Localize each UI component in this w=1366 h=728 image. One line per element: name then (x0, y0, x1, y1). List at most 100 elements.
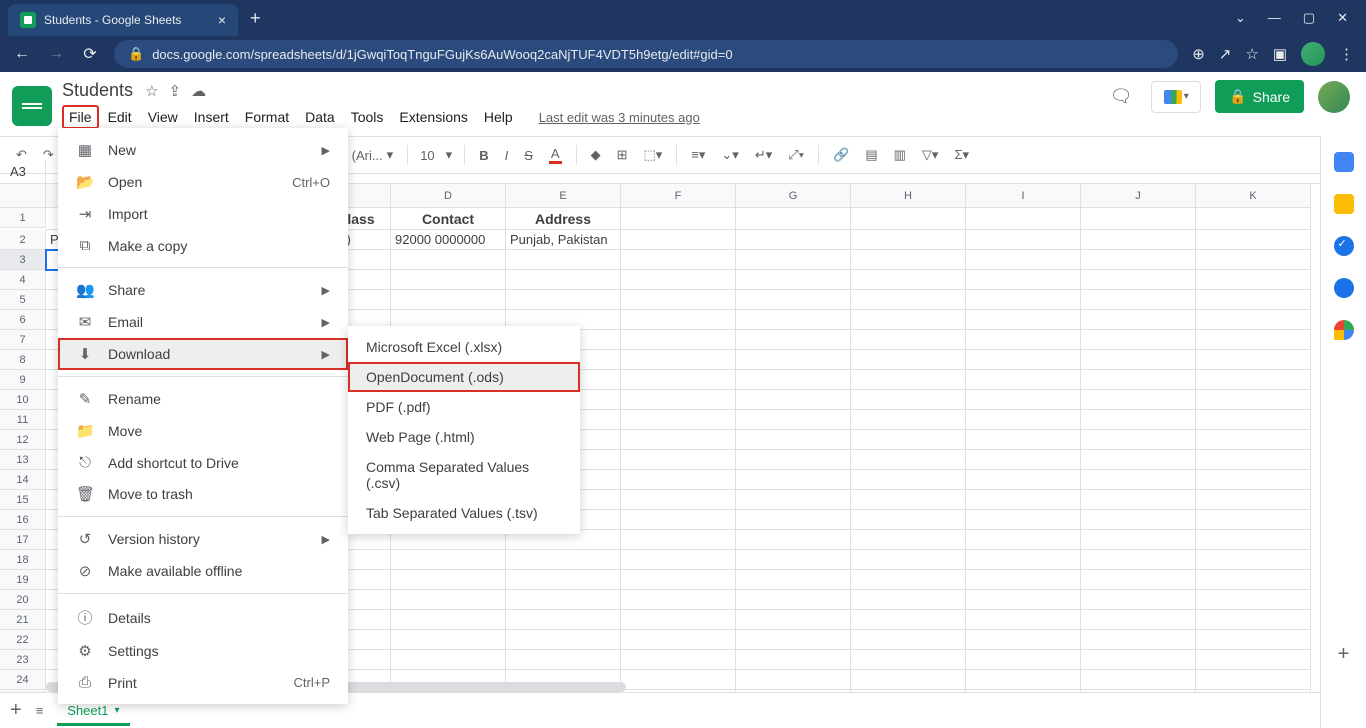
doc-title[interactable]: Students (62, 80, 133, 101)
cell[interactable] (736, 670, 851, 690)
cell[interactable] (391, 570, 506, 590)
cell[interactable] (1196, 610, 1311, 630)
cell[interactable] (621, 270, 736, 290)
row-header[interactable]: 17 (0, 530, 46, 550)
cell[interactable] (621, 670, 736, 690)
cell[interactable] (736, 410, 851, 430)
cell[interactable] (621, 410, 736, 430)
cell[interactable] (1081, 490, 1196, 510)
cell[interactable] (736, 450, 851, 470)
cell[interactable] (621, 208, 736, 230)
cell[interactable] (1081, 570, 1196, 590)
cell[interactable] (851, 670, 966, 690)
cell[interactable] (736, 390, 851, 410)
cell[interactable] (391, 630, 506, 650)
cell[interactable] (506, 270, 621, 290)
cell[interactable] (1196, 510, 1311, 530)
add-ons-button[interactable]: + (1338, 643, 1350, 666)
cell[interactable] (506, 250, 621, 270)
cell[interactable]: Contact (391, 208, 506, 230)
maximize-icon[interactable]: ▢ (1303, 10, 1315, 26)
cell[interactable] (966, 530, 1081, 550)
cell[interactable] (1081, 670, 1196, 690)
comments-button[interactable]: 🗨 (1105, 81, 1137, 113)
cell[interactable] (966, 330, 1081, 350)
row-header[interactable]: 21 (0, 610, 46, 630)
move-icon[interactable]: ⇪ (169, 82, 182, 100)
download-csv[interactable]: Comma Separated Values (.csv) (348, 452, 580, 498)
menu-extensions[interactable]: Extensions (392, 105, 474, 129)
menu-email[interactable]: ✉Email▶ (58, 306, 348, 338)
cell[interactable] (621, 610, 736, 630)
menu-import[interactable]: ⇥Import (58, 198, 348, 230)
zoom-icon[interactable]: ⊕ (1192, 45, 1205, 63)
cell[interactable] (1081, 250, 1196, 270)
cell[interactable] (966, 570, 1081, 590)
browser-tab[interactable]: Students - Google Sheets × (8, 4, 238, 36)
cell[interactable] (621, 570, 736, 590)
cell[interactable] (391, 550, 506, 570)
maps-icon[interactable] (1334, 320, 1354, 340)
col-header[interactable]: J (1081, 184, 1196, 208)
all-sheets-button[interactable]: ≡ (36, 703, 44, 718)
menu-settings[interactable]: ⚙Settings (58, 635, 348, 667)
cell[interactable] (1196, 310, 1311, 330)
cell[interactable] (621, 490, 736, 510)
cell[interactable] (966, 470, 1081, 490)
cell[interactable] (621, 630, 736, 650)
col-header[interactable]: G (736, 184, 851, 208)
cell[interactable] (506, 650, 621, 670)
cell[interactable] (1196, 590, 1311, 610)
cell[interactable] (736, 550, 851, 570)
cell[interactable] (621, 390, 736, 410)
menu-version-history[interactable]: ↺Version history▶ (58, 523, 348, 555)
cell[interactable] (1081, 610, 1196, 630)
cell[interactable] (621, 230, 736, 250)
cell[interactable] (736, 310, 851, 330)
cell[interactable] (851, 510, 966, 530)
cell[interactable] (1081, 290, 1196, 310)
menu-details[interactable]: ⓘDetails (58, 600, 348, 635)
cell[interactable] (966, 410, 1081, 430)
row-header[interactable]: 16 (0, 510, 46, 530)
cell[interactable] (506, 550, 621, 570)
cell[interactable] (851, 450, 966, 470)
profile-avatar[interactable] (1301, 42, 1325, 66)
cell[interactable] (736, 270, 851, 290)
add-sheet-button[interactable]: + (10, 699, 22, 722)
cell[interactable] (1196, 270, 1311, 290)
col-header[interactable]: D (391, 184, 506, 208)
menu-edit[interactable]: Edit (101, 105, 139, 129)
cell[interactable] (1081, 430, 1196, 450)
meet-button[interactable]: ▾ (1151, 81, 1201, 113)
cell[interactable] (736, 330, 851, 350)
menu-data[interactable]: Data (298, 105, 342, 129)
menu-rename[interactable]: ✎Rename (58, 383, 348, 415)
cell[interactable] (1081, 370, 1196, 390)
row-header[interactable]: 8 (0, 350, 46, 370)
cell[interactable] (851, 310, 966, 330)
menu-open[interactable]: 📂OpenCtrl+O (58, 166, 348, 198)
row-header[interactable]: 5 (0, 290, 46, 310)
cell[interactable] (966, 610, 1081, 630)
cell[interactable] (1081, 390, 1196, 410)
cell[interactable] (1081, 590, 1196, 610)
cell[interactable] (851, 410, 966, 430)
row-header[interactable]: 23 (0, 650, 46, 670)
cell[interactable] (851, 250, 966, 270)
cell[interactable] (851, 330, 966, 350)
row-header[interactable]: 11 (0, 410, 46, 430)
menu-print[interactable]: ⎙PrintCtrl+P (58, 667, 348, 698)
menu-add-shortcut[interactable]: ⎋Add shortcut to Drive (58, 447, 348, 478)
row-header[interactable]: 14 (0, 470, 46, 490)
row-header[interactable]: 1 (0, 208, 46, 228)
cell[interactable] (851, 570, 966, 590)
cell[interactable] (966, 430, 1081, 450)
cell[interactable] (966, 310, 1081, 330)
row-header[interactable]: 24 (0, 670, 46, 690)
cell[interactable]: 92000 0000000 (391, 230, 506, 250)
cell[interactable] (851, 550, 966, 570)
cell[interactable]: Address (506, 208, 621, 230)
row-header[interactable]: 19 (0, 570, 46, 590)
row-header[interactable]: 7 (0, 330, 46, 350)
